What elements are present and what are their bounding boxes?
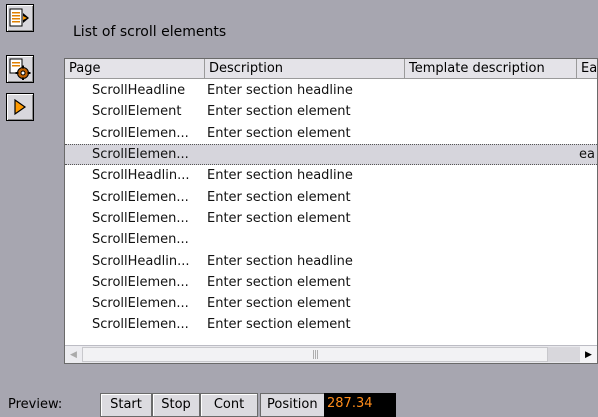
scroll-right-icon[interactable]: ▶ (580, 346, 597, 363)
play-icon[interactable] (6, 93, 34, 121)
table-row[interactable]: ScrollElemen... ea (65, 143, 597, 166)
column-header-template-description[interactable]: Template description (405, 59, 577, 79)
cell-extra: ea (579, 147, 595, 163)
cell-description: Enter section element (207, 296, 351, 312)
left-toolbar (0, 0, 52, 372)
table-row[interactable]: ScrollHeadlin... Enter section headline (65, 250, 597, 271)
cell-page: ScrollElement (92, 104, 182, 120)
table-row[interactable]: ScrollHeadline Enter section headline (65, 80, 597, 101)
column-header-description[interactable]: Description (205, 59, 405, 79)
column-header-extra[interactable]: Ea (577, 59, 597, 79)
table-row[interactable]: ScrollElemen... Enter section element (65, 272, 597, 293)
horizontal-scrollbar[interactable]: ◀ ||| ▶ (65, 345, 597, 363)
position-value[interactable]: 287.34 (324, 393, 396, 417)
table-row[interactable]: ScrollElemen... Enter section element (65, 123, 597, 144)
stop-button[interactable]: Stop (152, 393, 200, 417)
cell-description: Enter section element (207, 104, 351, 120)
cell-description: Enter section element (207, 189, 351, 205)
start-button[interactable]: Start (100, 393, 152, 417)
column-header-page[interactable]: Page (65, 59, 205, 79)
settings-gear-icon[interactable] (6, 55, 34, 83)
grid-header: Page Description Template description Ea (65, 59, 597, 79)
cell-description: Enter section element (207, 125, 351, 141)
cell-page: ScrollElemen... (92, 274, 189, 290)
cell-page: ScrollHeadlin... (92, 253, 190, 269)
cell-description: Enter section headline (207, 83, 353, 99)
cell-description: Enter section headline (207, 253, 353, 269)
cell-description: Enter section headline (207, 168, 353, 184)
cont-button[interactable]: Cont (200, 393, 258, 417)
position-label: Position (260, 393, 325, 417)
scrollbar-track[interactable] (548, 347, 580, 362)
scroll-elements-panel: List of scroll elements Page Description… (52, 0, 598, 372)
scroll-left-icon[interactable]: ◀ (65, 346, 82, 363)
preview-label: Preview: (8, 397, 63, 412)
table-row[interactable]: ScrollElemen... Enter section element (65, 208, 597, 229)
cell-description: Enter section element (207, 274, 351, 290)
scrollbar-thumb[interactable]: ||| (82, 347, 548, 362)
cell-page: ScrollElemen... (92, 189, 189, 205)
cell-page: ScrollHeadline (92, 83, 186, 99)
preview-bar: Preview: Start Stop Cont Position 287.34 (0, 372, 598, 417)
cell-page: ScrollHeadlin... (92, 168, 190, 184)
table-row[interactable]: ScrollElemen... (65, 229, 597, 250)
panel-title: List of scroll elements (73, 24, 227, 40)
scroll-elements-grid: Page Description Template description Ea… (64, 58, 598, 364)
grid-rows: ScrollHeadline Enter section headline Scro… (65, 80, 597, 336)
table-row[interactable]: ScrollElemen... Enter section element (65, 186, 597, 207)
cell-page: ScrollElemen... (92, 210, 189, 226)
cell-description: Enter section element (207, 210, 351, 226)
table-row[interactable]: ScrollHeadlin... Enter section headline (65, 165, 597, 186)
table-row[interactable]: ScrollElemen... Enter section element (65, 293, 597, 314)
document-arrow-icon[interactable] (6, 4, 34, 32)
grip-icon: ||| (311, 349, 319, 360)
table-row[interactable]: ScrollElemen... Enter section element (65, 314, 597, 335)
cell-page: ScrollElemen... (92, 296, 189, 312)
cell-page: ScrollElemen... (92, 232, 189, 248)
cell-page: ScrollElemen... (92, 317, 189, 333)
cell-page: ScrollElemen... (92, 147, 189, 163)
cell-description: Enter section element (207, 317, 351, 333)
table-row[interactable]: ScrollElement Enter section element (65, 101, 597, 122)
cell-page: ScrollElemen... (92, 125, 189, 141)
